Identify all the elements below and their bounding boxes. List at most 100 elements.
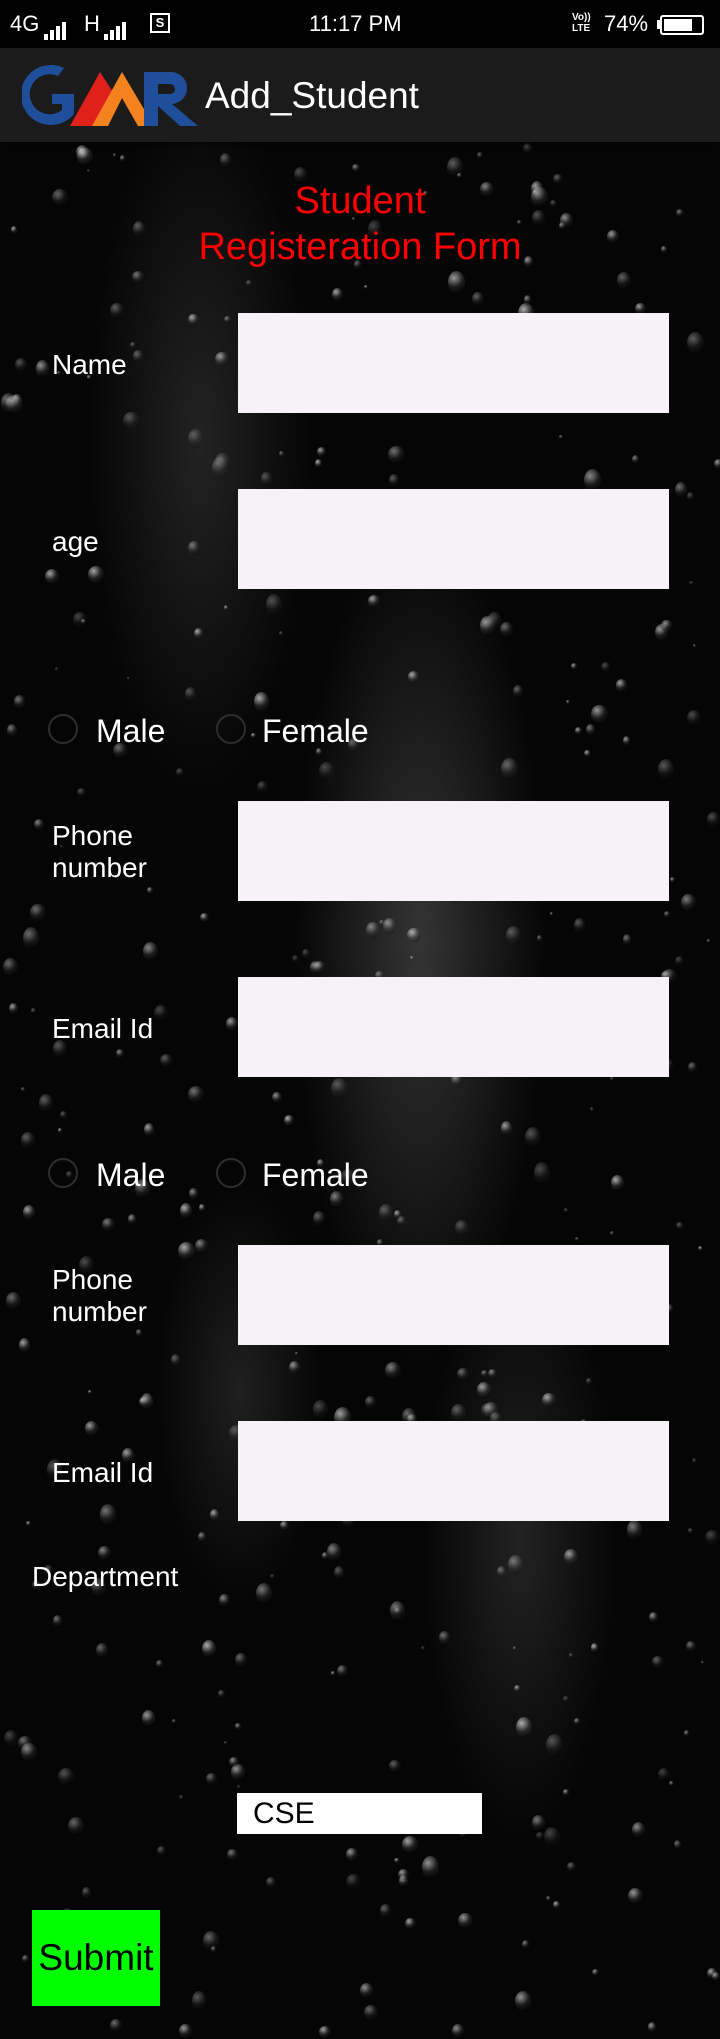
water-drop [652,1655,665,1669]
water-drop [479,615,496,637]
water-drop [319,2026,331,2039]
water-drop [688,1061,698,1074]
water-drop [590,704,608,724]
water-drop [22,1205,35,1220]
water-drop [574,917,586,933]
water-drop [711,1971,720,1981]
water-drop [52,1614,62,1627]
female-radio-2[interactable] [216,1158,246,1188]
water-drop [209,1508,220,1521]
water-drop [628,1887,644,1905]
water-drop [707,939,711,944]
male-radio-2[interactable] [48,1158,78,1188]
water-drop [481,1369,489,1377]
water-drop [199,1204,205,1212]
water-drop [99,1504,117,1526]
water-drop [84,1420,98,1436]
water-drop [513,685,524,699]
water-drop [316,748,323,756]
water-drop [170,1353,181,1367]
water-drop [15,358,27,372]
water-drop [563,1788,570,1796]
water-drop [44,568,60,585]
water-drop [675,482,688,499]
water-drop [500,1121,512,1136]
water-drop [116,1048,124,1059]
water-drop [615,679,628,692]
water-drop [60,1111,68,1120]
water-drop [533,1162,550,1186]
water-drop [388,446,405,464]
water-drop [194,627,204,639]
water-drop [123,412,140,430]
email-id-label-2: Email Id [52,1457,154,1488]
battery-percent: 74% [604,11,649,36]
phone-number-input-2[interactable] [238,1245,669,1345]
water-drop [544,1826,560,1847]
water-drop [179,1202,193,1220]
water-drop [586,1377,593,1386]
female-radio[interactable] [216,714,246,744]
water-drop [141,1393,154,1410]
water-drop [6,724,17,738]
female-radio-label-2[interactable]: Female [262,1157,369,1193]
water-drop [669,877,676,884]
name-input[interactable] [238,313,669,413]
female-radio-label[interactable]: Female [262,713,369,749]
water-drop [536,935,542,942]
water-drop [569,1652,573,1659]
water-drop [330,1671,335,1676]
male-radio[interactable] [48,714,78,744]
water-drop [159,1054,173,1068]
water-drop [88,1389,92,1395]
male-radio-label[interactable]: Male [96,713,165,749]
water-drop [448,271,465,295]
water-drop [284,1114,295,1127]
male-radio-label-2[interactable]: Male [96,1157,165,1193]
water-drop [609,1231,615,1237]
water-drop [402,1836,419,1853]
water-drop [76,787,86,798]
water-drop [687,710,702,726]
water-drop [1,393,16,414]
email-id-input[interactable] [238,977,669,1077]
water-drop [234,1723,242,1730]
water-drop [687,331,704,355]
water-drop [82,1886,92,1899]
water-drop [154,1005,168,1022]
water-drop [3,1730,18,1748]
water-drop [269,1573,276,1580]
water-drop [500,622,513,637]
water-drop [112,153,117,158]
department-label: Department [32,1561,179,1592]
water-drop [611,1174,625,1192]
water-drop [532,1815,545,1831]
water-drop [585,723,595,737]
water-drop [278,630,283,636]
water-drop [564,1208,568,1213]
department-dropdown[interactable]: CSE [237,1793,482,1834]
water-drop [13,695,26,709]
water-drop [574,1717,580,1725]
email-id-input-2[interactable] [238,1421,669,1521]
signal-strength-icon [44,14,68,40]
water-drop [223,605,229,612]
phone-number-input[interactable] [238,801,669,901]
water-drop [127,676,131,680]
water-drop [450,1403,466,1422]
water-drop [515,1716,533,1739]
water-drop [58,1128,63,1134]
water-drop [171,1719,177,1724]
water-drop [128,1214,137,1225]
water-drop [246,280,252,287]
water-drop [318,761,336,781]
water-drop [68,1816,85,1835]
app-bar: Add_Student [0,48,720,142]
submit-button[interactable]: Submit [32,1910,160,2006]
water-drop [409,956,414,961]
age-input[interactable] [238,489,669,589]
water-drop [197,1532,207,1543]
water-drop [505,925,522,946]
water-drop [455,1219,470,1237]
water-drop [675,1221,684,1231]
